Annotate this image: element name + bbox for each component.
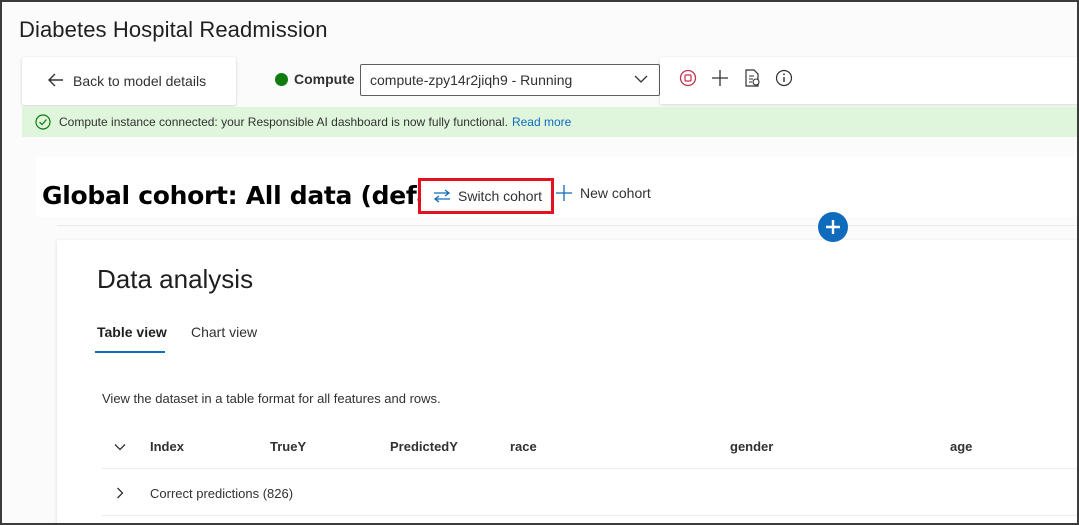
group-row-correct-predictions[interactable]: Correct predictions (826) [150, 486, 293, 501]
column-header-predictedy[interactable]: PredictedY [390, 439, 458, 454]
expand-chevron-right-icon[interactable] [112, 485, 128, 501]
switch-cohort-label: Switch cohort [458, 188, 543, 204]
switch-arrows-icon [433, 189, 451, 203]
chevron-down-icon [633, 71, 649, 90]
arrow-left-icon [48, 72, 64, 90]
cohort-title: Global cohort: All data (default) [42, 181, 482, 210]
tab-table-view[interactable]: Table view [97, 324, 167, 340]
add-icon [556, 185, 572, 201]
table-header [102, 425, 1077, 469]
tab-chart-view[interactable]: Chart view [191, 324, 257, 340]
compute-status: Compute [275, 71, 355, 87]
section-divider [57, 225, 1077, 226]
back-to-model-details-button[interactable]: Back to model details [22, 57, 236, 105]
new-cohort-label: New cohort [580, 185, 651, 201]
section-title: Data analysis [97, 264, 254, 294]
column-header-gender[interactable]: gender [730, 439, 773, 454]
table-description: View the dataset in a table format for a… [102, 391, 441, 406]
banner-message: Compute instance connected: your Respons… [59, 115, 508, 129]
page-title: Diabetes Hospital Readmission [19, 17, 328, 42]
compute-dropdown[interactable]: compute-zpy14r2jiqh9 - Running [360, 64, 660, 96]
compute-label: Compute [294, 71, 355, 87]
info-icon[interactable] [774, 68, 794, 88]
status-dot-icon [275, 72, 288, 86]
add-component-button[interactable] [818, 212, 848, 242]
column-header-race[interactable]: race [510, 439, 537, 454]
stop-icon[interactable] [678, 68, 698, 88]
column-header-truey[interactable]: TrueY [270, 439, 306, 454]
collapse-all-chevron-icon[interactable] [112, 439, 128, 455]
column-header-age[interactable]: age [950, 439, 972, 454]
switch-cohort-button[interactable]: Switch cohort [418, 178, 554, 214]
column-header-index[interactable]: Index [150, 439, 184, 454]
add-icon[interactable] [710, 68, 730, 88]
active-tab-indicator [95, 351, 165, 353]
connection-banner: Compute instance connected: your Respons… [22, 107, 1077, 137]
read-more-link[interactable]: Read more [512, 115, 571, 129]
compute-selected-value: compute-zpy14r2jiqh9 - Running [370, 72, 573, 88]
app-window: Diabetes Hospital Readmission Back to mo… [0, 0, 1079, 525]
plus-icon [826, 220, 840, 234]
row-divider [102, 515, 1077, 516]
back-label: Back to model details [73, 73, 207, 89]
compute-toolbar [660, 57, 1077, 104]
success-check-icon [35, 114, 51, 130]
report-icon[interactable] [742, 68, 762, 88]
new-cohort-button[interactable]: New cohort [556, 185, 651, 201]
